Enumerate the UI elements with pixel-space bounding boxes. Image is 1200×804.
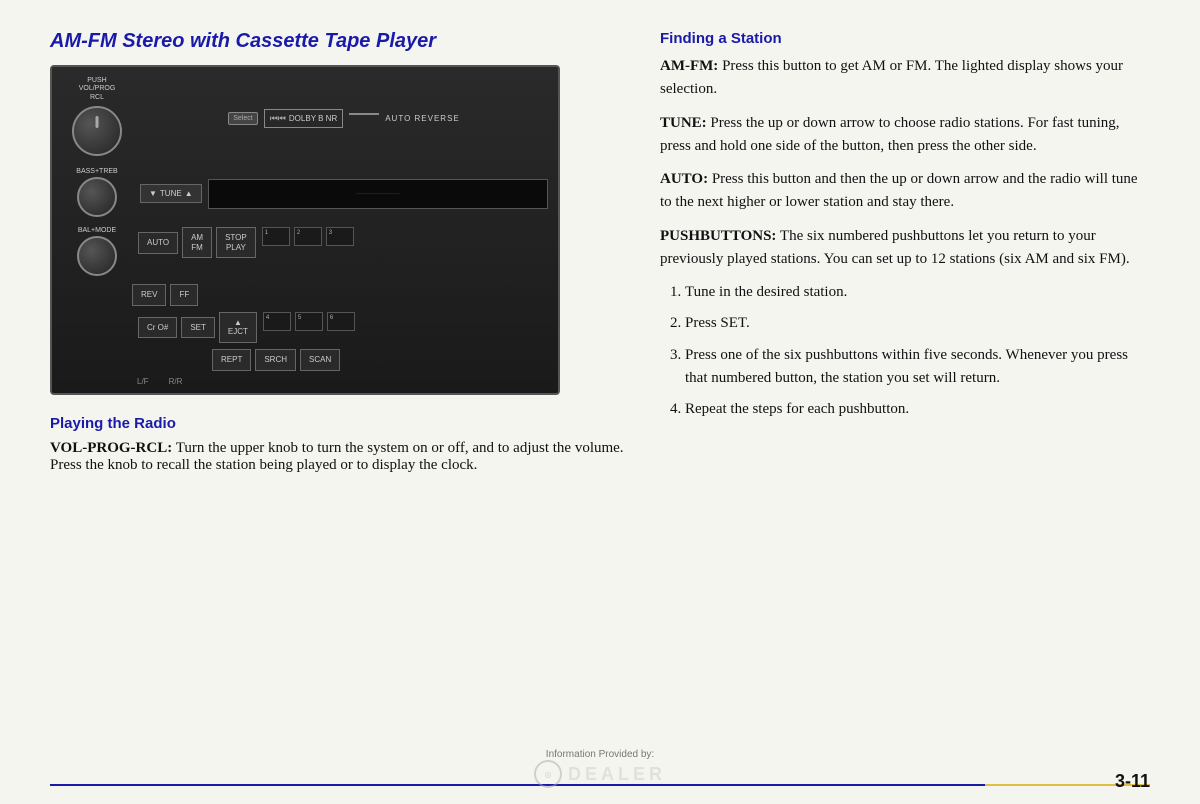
- vol-prog-rcl-paragraph: VOL-PROG-RCL: Turn the upper knob to tur…: [50, 440, 630, 474]
- page-number: 3-11: [1115, 771, 1150, 792]
- button-3[interactable]: 3: [326, 227, 354, 246]
- display-content: —————————: [356, 189, 399, 198]
- list-item: Repeat the steps for each pushbutton.: [685, 398, 1150, 421]
- dealer-logo-icon: ◎: [544, 770, 551, 779]
- list-item: Press SET.: [685, 312, 1150, 335]
- button-5[interactable]: 5: [295, 312, 323, 331]
- tune-text: Press the up or down arrow to choose rad…: [660, 115, 1120, 154]
- page-title: AM-FM Stereo with Cassette Tape Player: [50, 30, 630, 53]
- auto-reverse-label: AUTO REVERSE: [385, 114, 460, 123]
- vol-knob-area: PUSHVOL/PROGRCL: [62, 77, 132, 160]
- dolby-box: ⏮⏮ DOLBY B NR: [264, 109, 344, 128]
- scan-button[interactable]: SCAN: [300, 349, 340, 371]
- auto-text: Press this button and then the up or dow…: [660, 171, 1138, 210]
- radio-controls-row-3: Cr O# SET ▲EJCT 4 5 6: [62, 312, 548, 343]
- radio-top-row: PUSHVOL/PROGRCL Select ⏮⏮ DOLBY B NR AUT…: [62, 77, 548, 160]
- page: AM-FM Stereo with Cassette Tape Player P…: [0, 0, 1200, 804]
- content-area: AM-FM Stereo with Cassette Tape Player P…: [50, 30, 1150, 749]
- list-item: Tune in the desired station.: [685, 281, 1150, 304]
- footer-provided-by: Information Provided by:: [546, 749, 654, 760]
- auto-label: AUTO:: [660, 171, 708, 187]
- amfm-paragraph: AM-FM: Press this button to get AM or FM…: [660, 55, 1150, 102]
- radio-middle-row: BASS+TREB ▼ TUNE ▲ —————————: [62, 168, 548, 219]
- radio-image: PUSHVOL/PROGRCL Select ⏮⏮ DOLBY B NR AUT…: [50, 65, 560, 395]
- select-button[interactable]: Select: [228, 112, 257, 125]
- vol-label: PUSHVOL/PROGRCL: [62, 77, 132, 102]
- ff-button[interactable]: FF: [170, 284, 198, 306]
- radio-controls-row-1: BAL+MODE AUTO AMFM STOPPLAY 1 2 3: [62, 227, 548, 278]
- amfm-text: Press this button to get AM or FM. The l…: [660, 58, 1123, 97]
- cro-set-section: Cr O# SET ▲EJCT: [138, 312, 257, 343]
- tune-area: ▼ TUNE ▲ —————————: [140, 179, 548, 209]
- left-column: AM-FM Stereo with Cassette Tape Player P…: [50, 30, 630, 749]
- vol-prog-rcl-label: VOL-PROG-RCL:: [50, 440, 172, 456]
- srch-button[interactable]: SRCH: [255, 349, 296, 371]
- numbered-buttons-top: 1 2 3: [262, 227, 354, 246]
- button-6[interactable]: 6: [327, 312, 355, 331]
- cro-button[interactable]: Cr O#: [138, 317, 177, 339]
- vol-knob: [72, 106, 122, 156]
- bass-knob-area: BASS+TREB: [62, 168, 132, 219]
- dealer-logo-circle: ◎: [534, 760, 562, 788]
- playing-radio-section: Playing the Radio VOL-PROG-RCL: Turn the…: [50, 415, 630, 474]
- bal-knob: [77, 236, 117, 276]
- radio-controls-row-4: REPT SRCH SCAN: [62, 349, 548, 371]
- lf-rf-row: L/F R/R: [62, 377, 548, 386]
- pushbuttons-paragraph: PUSHBUTTONS: The six numbered pushbutton…: [660, 225, 1150, 272]
- playing-radio-title: Playing the Radio: [50, 415, 630, 432]
- button-4[interactable]: 4: [263, 312, 291, 331]
- steps-list: Tune in the desired station. Press SET. …: [660, 281, 1150, 421]
- radio-face: PUSHVOL/PROGRCL Select ⏮⏮ DOLBY B NR AUT…: [52, 67, 558, 393]
- dolby-label: DOLBY B NR: [289, 114, 337, 123]
- set-button[interactable]: SET: [181, 317, 215, 339]
- bal-label: BAL+MODE: [62, 227, 132, 234]
- bal-knob-area: BAL+MODE: [62, 227, 132, 278]
- lf-label: L/F: [137, 377, 149, 386]
- tune-button[interactable]: ▼ TUNE ▲: [140, 184, 202, 203]
- auto-button[interactable]: AUTO: [138, 232, 178, 254]
- ejct-button[interactable]: ▲EJCT: [219, 312, 257, 343]
- rept-button[interactable]: REPT: [212, 349, 251, 371]
- stop-play-button[interactable]: STOPPLAY: [216, 227, 256, 258]
- cro-set-buttons: REV FF: [132, 284, 198, 306]
- right-column: Finding a Station AM-FM: Press this butt…: [660, 30, 1150, 749]
- tape-icon: [349, 113, 379, 125]
- bass-knob: [77, 177, 117, 217]
- am-fm-button[interactable]: AMFM: [182, 227, 212, 258]
- auto-paragraph: AUTO: Press this button and then the up …: [660, 168, 1150, 215]
- footer: Information Provided by: ◎ DEALER 3-11: [50, 749, 1150, 804]
- finding-station-title: Finding a Station: [660, 30, 1150, 47]
- display-screen: —————————: [208, 179, 548, 209]
- radio-controls-row-2: REV FF: [62, 284, 548, 306]
- footer-center: Information Provided by: ◎ DEALER: [534, 749, 666, 788]
- dolby-area: Select ⏮⏮ DOLBY B NR AUTO REVERSE: [140, 109, 548, 128]
- pushbuttons-label: PUSHBUTTONS:: [660, 228, 776, 244]
- left-buttons: AUTO AMFM STOPPLAY: [138, 227, 256, 258]
- dealer-text: DEALER: [568, 764, 666, 785]
- numbered-buttons-bottom: 4 5 6: [263, 312, 355, 331]
- rev-button[interactable]: REV: [132, 284, 166, 306]
- amfm-label: AM-FM:: [660, 58, 718, 74]
- footer-logo-row: ◎ DEALER: [534, 760, 666, 788]
- tune-paragraph: TUNE: Press the up or down arrow to choo…: [660, 112, 1150, 159]
- tune-label: TUNE: [160, 189, 182, 198]
- button-2[interactable]: 2: [294, 227, 322, 246]
- button-1[interactable]: 1: [262, 227, 290, 246]
- tune-label-text: TUNE:: [660, 115, 707, 131]
- bass-label: BASS+TREB: [62, 168, 132, 175]
- rf-label: R/R: [169, 377, 183, 386]
- list-item: Press one of the six pushbuttons within …: [685, 344, 1150, 391]
